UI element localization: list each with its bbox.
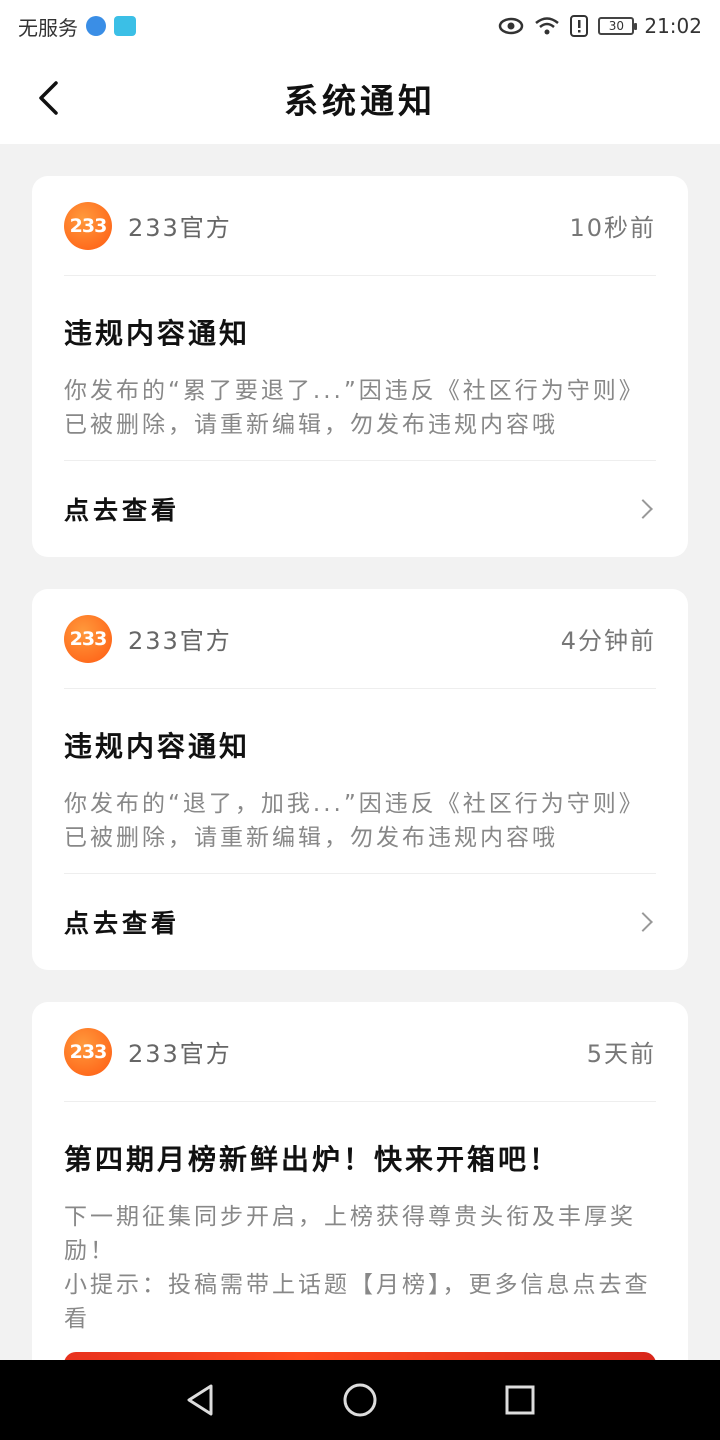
card-header: 233 233官方 5天前 xyxy=(64,1002,656,1102)
promo-banner-image[interactable] xyxy=(64,1352,656,1360)
avatar[interactable]: 233 xyxy=(64,201,112,250)
nav-recent-button[interactable] xyxy=(490,1370,550,1430)
notification-card: 233 233官方 4分钟前 违规内容通知 你发布的“退了，加我...”因违反《… xyxy=(32,589,688,970)
sender: 233 233官方 xyxy=(64,1027,232,1076)
sender: 233 233官方 xyxy=(64,614,232,663)
card-body: 违规内容通知 你发布的“累了要退了...”因违反《社区行为守则》已被删除，请重新… xyxy=(64,276,656,461)
sender-name: 233官方 xyxy=(128,627,232,655)
notification-card[interactable]: 233 233官方 5天前 第四期月榜新鲜出炉！快来开箱吧！ 下一期征集同步开启… xyxy=(32,1002,688,1360)
view-details-row[interactable]: 点去查看 xyxy=(64,461,656,557)
chevron-left-icon xyxy=(39,81,58,115)
alert-icon xyxy=(570,15,589,37)
view-details-row[interactable]: 点去查看 xyxy=(64,874,656,970)
notification-title: 第四期月榜新鲜出炉！快来开箱吧！ xyxy=(64,1143,561,1176)
notification-title: 违规内容通知 xyxy=(64,317,251,350)
notification-title: 违规内容通知 xyxy=(64,730,251,763)
battery-icon: 30 xyxy=(598,17,638,35)
card-body: 违规内容通知 你发布的“退了，加我...”因违反《社区行为守则》已被删除，请重新… xyxy=(64,689,656,874)
avatar[interactable]: 233 xyxy=(64,1027,112,1076)
square-recent-icon xyxy=(505,1385,535,1415)
sender-name: 233官方 xyxy=(128,1040,232,1068)
chevron-right-icon xyxy=(633,499,653,519)
status-right: 30 21:02 xyxy=(498,14,702,38)
circle-home-icon xyxy=(343,1383,377,1417)
nav-home-button[interactable] xyxy=(330,1370,390,1430)
notification-content: 你发布的“退了，加我...”因违反《社区行为守则》已被删除，请重新编辑，勿发布违… xyxy=(64,791,645,851)
eye-icon xyxy=(498,17,524,35)
notification-content-line-2: 小提示：投稿需带上话题【月榜】，更多信息点去查看 xyxy=(64,1272,651,1332)
card-body: 第四期月榜新鲜出炉！快来开箱吧！ 下一期征集同步开启，上榜获得尊贵头衔及丰厚奖励… xyxy=(64,1102,656,1352)
notification-time: 4分钟前 xyxy=(560,627,656,655)
nav-back-button[interactable] xyxy=(170,1370,230,1430)
system-nav-bar xyxy=(0,1360,720,1440)
notification-content-line-1: 下一期征集同步开启，上榜获得尊贵头衔及丰厚奖励！ xyxy=(64,1204,636,1264)
browser-icon xyxy=(86,16,106,36)
status-bar: 无服务 30 21:02 xyxy=(0,0,720,52)
card-header: 233 233官方 4分钟前 xyxy=(64,589,656,689)
wifi-icon xyxy=(534,16,560,36)
battery-level: 30 xyxy=(608,19,624,33)
avatar[interactable]: 233 xyxy=(64,614,112,663)
view-details-label: 点去查看 xyxy=(64,909,181,938)
carrier-text: 无服务 xyxy=(18,15,78,40)
view-details-label: 点去查看 xyxy=(64,496,181,525)
notification-list: 233 233官方 10秒前 违规内容通知 你发布的“累了要退了...”因违反《… xyxy=(0,144,720,1360)
notification-content: 你发布的“累了要退了...”因违反《社区行为守则》已被删除，请重新编辑，勿发布违… xyxy=(64,378,645,438)
notification-time: 5天前 xyxy=(586,1040,656,1068)
status-left: 无服务 xyxy=(18,12,136,41)
page-title: 系统通知 xyxy=(284,81,436,122)
app-notification-icon xyxy=(114,16,136,36)
triangle-back-icon xyxy=(187,1384,213,1416)
back-button[interactable] xyxy=(28,74,68,122)
notification-card: 233 233官方 10秒前 违规内容通知 你发布的“累了要退了...”因违反《… xyxy=(32,176,688,557)
notification-time: 10秒前 xyxy=(569,214,656,242)
chevron-right-icon xyxy=(633,912,653,932)
sender: 233 233官方 xyxy=(64,201,232,250)
card-header: 233 233官方 10秒前 xyxy=(64,176,656,276)
clock-text: 21:02 xyxy=(644,14,702,38)
header: 系统通知 xyxy=(0,52,720,144)
sender-name: 233官方 xyxy=(128,214,232,242)
